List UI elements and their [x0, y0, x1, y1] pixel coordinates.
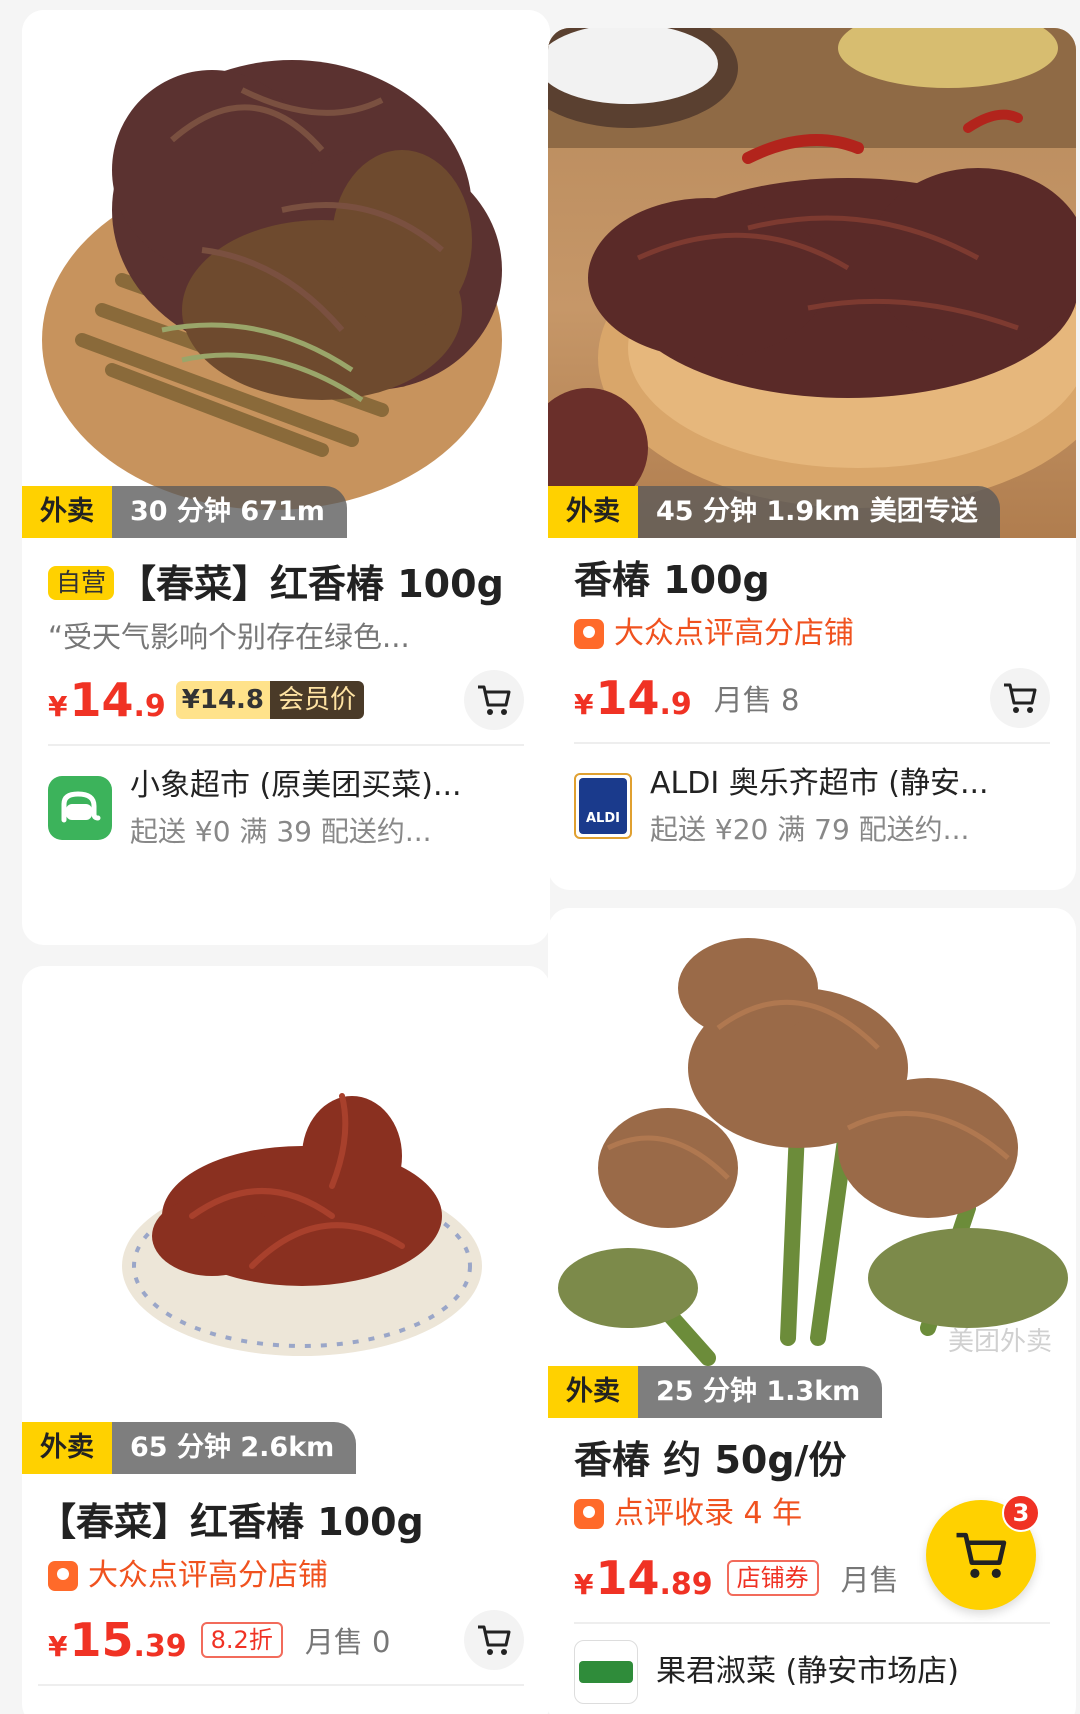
product-card[interactable]: 外卖 65 分钟 2.6km 【春菜】红香椿 100g 大众点评高分店铺 ¥15… [22, 966, 550, 1714]
monthly-sales: 月售 [840, 1563, 899, 1597]
eta-info: 45 分钟 1.9km 美团专送 [638, 486, 1000, 538]
delivery-mode-label: 外卖 [548, 486, 638, 538]
product-image[interactable]: 外卖 45 分钟 1.9km 美团专送 [548, 28, 1076, 538]
delivery-eta-tag: 外卖 30 分钟 671m [22, 486, 347, 538]
discount-tag: 8.2折 [200, 1622, 283, 1658]
cart-icon [478, 1625, 511, 1655]
member-price-value: ¥14.8 [175, 681, 271, 719]
product-title[interactable]: 香椿 100g [574, 552, 1050, 608]
product-title[interactable]: 自营 【春菜】红香椿 100g [48, 556, 524, 612]
member-price-label: 会员价 [270, 681, 365, 719]
dianping-icon [48, 1561, 78, 1591]
member-price-tag: ¥14.8 会员价 [175, 681, 365, 719]
product-title[interactable]: 香椿 约 50g/份 [574, 1432, 1050, 1488]
dianping-high-score-badge: 大众点评高分店铺 [574, 608, 1050, 660]
toona-sprouts-image [42, 60, 502, 510]
price: ¥14.9 [574, 671, 692, 725]
cart-icon [1004, 683, 1037, 713]
cart-icon [956, 1532, 1007, 1578]
dianping-high-score-badge: 大众点评高分店铺 [38, 1550, 524, 1602]
delivery-mode-label: 外卖 [22, 486, 112, 538]
delivery-eta-tag: 外卖 45 分钟 1.9km 美团专送 [548, 486, 1000, 538]
store-logo: ALDI [574, 773, 632, 839]
monthly-sales: 月售 8 [713, 683, 800, 717]
add-to-cart-button[interactable] [990, 668, 1050, 728]
dianping-icon [574, 619, 604, 649]
cart-icon [478, 685, 511, 715]
store-delivery-meta: 起送 ¥0 满 39 配送约... [130, 815, 432, 848]
product-subtitle: “受天气影响个别存在绿色... [48, 620, 410, 654]
delivery-eta-tag: 外卖 25 分钟 1.3km [548, 1366, 883, 1418]
price-row: ¥15.39 8.2折 月售 0 [38, 1602, 524, 1678]
cart-count-badge: 3 [1002, 1494, 1040, 1532]
eta-info: 65 分钟 2.6km [112, 1422, 357, 1474]
delivery-mode-label: 外卖 [22, 1422, 112, 1474]
price: ¥14.9 [48, 673, 166, 727]
meituan-watermark: 美团外卖 [947, 1327, 1052, 1357]
product-title[interactable]: 【春菜】红香椿 100g [38, 1494, 524, 1550]
store-coupon-tag: 店铺券 [726, 1560, 819, 1596]
product-card[interactable]: 外卖 30 分钟 671m 自营 【春菜】红香椿 100g “受天气影响个别存在绿… [22, 10, 550, 945]
store-row[interactable]: 果君淑菜 (静安市场店) [574, 1624, 1050, 1704]
store-logo [48, 776, 112, 840]
divider [38, 1684, 524, 1686]
price: ¥15.39 [48, 1613, 187, 1667]
store-delivery-meta: 起送 ¥20 满 79 配送约... [650, 813, 970, 846]
elephant-icon [61, 791, 101, 823]
toona-sprouts-plate-image [548, 28, 1076, 508]
store-logo-icon [579, 1661, 633, 1683]
product-image[interactable]: 美团外卖 外卖 25 分钟 1.3km [548, 908, 1076, 1418]
delivery-mode-label: 外卖 [548, 1366, 638, 1418]
store-row[interactable]: 小象超市 (原美团买菜)... 起送 ¥0 满 39 配送约... [48, 746, 524, 854]
dianping-icon [574, 1499, 604, 1529]
add-to-cart-button[interactable] [464, 1610, 524, 1670]
product-image[interactable]: 外卖 30 分钟 671m [22, 10, 550, 538]
monthly-sales: 月售 0 [304, 1625, 391, 1659]
product-image[interactable]: 外卖 65 分钟 2.6km [22, 966, 550, 1474]
store-logo [574, 1640, 638, 1704]
delivery-eta-tag: 外卖 65 分钟 2.6km [22, 1422, 357, 1474]
eta-info: 30 分钟 671m [112, 486, 347, 538]
price-row: ¥14.9 月售 8 [574, 660, 1050, 736]
price: ¥14.89 [574, 1551, 713, 1605]
self-operated-badge: 自营 [48, 566, 115, 600]
store-row[interactable]: ALDI ALDI 奥乐齐超市 (静安... 起送 ¥20 满 79 配送约..… [574, 744, 1050, 852]
eta-info: 25 分钟 1.3km [638, 1366, 883, 1418]
store-name: ALDI 奥乐齐超市 (静安... [650, 766, 989, 801]
aldi-logo-icon: ALDI [579, 778, 627, 834]
store-name: 果君淑菜 (静安市场店) [656, 1654, 959, 1689]
add-to-cart-button[interactable] [464, 670, 524, 730]
store-name: 小象超市 (原美团买菜)... [130, 768, 462, 803]
product-card[interactable]: 外卖 45 分钟 1.9km 美团专送 香椿 100g 大众点评高分店铺 ¥14… [548, 28, 1076, 890]
product-title-text: 【春菜】红香椿 100g [118, 562, 504, 606]
toona-sprouts-dish-image [122, 1093, 482, 1356]
price-row: ¥14.9 ¥14.8 会员价 [48, 662, 524, 738]
